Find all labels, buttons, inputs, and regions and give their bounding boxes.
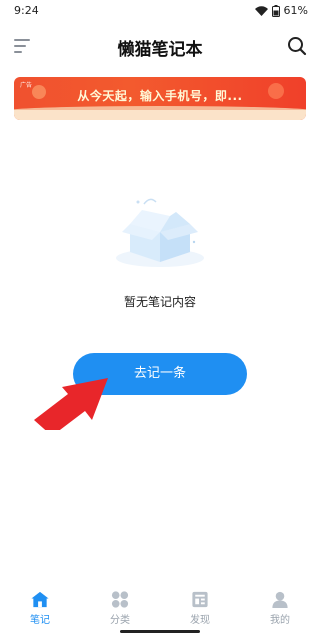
status-time: 9:24 [14, 4, 39, 17]
empty-message: 暂无笔记内容 [123, 295, 196, 309]
ad-banner[interactable]: 广告 从今天起，输入手机号，即... [14, 77, 306, 120]
battery-icon [271, 4, 280, 17]
nav-item-category[interactable]: 分类 [80, 582, 160, 626]
nav-label-discover: 发现 [190, 615, 210, 626]
home-indicator [120, 630, 200, 633]
app-header: 懒猫笔记本 [0, 24, 320, 68]
status-icons: 61% [254, 4, 308, 17]
arrow-icon [34, 378, 108, 430]
page-title: 懒猫笔记本 [117, 40, 203, 60]
ad-text: 从今天起，输入手机号，即... [77, 89, 243, 103]
bottom-nav: 笔记 分类 发现 我的 [0, 582, 320, 626]
status-bar: 9:24 61% [0, 0, 320, 24]
battery-percent: 61% [283, 4, 308, 17]
discover-icon [192, 591, 208, 608]
category-icon [111, 591, 129, 608]
ad-wave-base [14, 110, 306, 120]
nav-label-profile: 我的 [270, 615, 290, 626]
nav-label-category: 分类 [110, 615, 130, 626]
nav-item-notes[interactable]: 笔记 [0, 582, 80, 626]
wifi-icon [254, 5, 268, 16]
search-icon[interactable] [286, 35, 308, 57]
nav-item-discover[interactable]: 发现 [160, 582, 240, 626]
nav-label-notes: 笔记 [30, 615, 50, 626]
profile-icon [272, 591, 288, 609]
empty-box-icon [116, 198, 204, 267]
nav-item-profile[interactable]: 我的 [240, 582, 320, 626]
home-icon [31, 591, 49, 608]
